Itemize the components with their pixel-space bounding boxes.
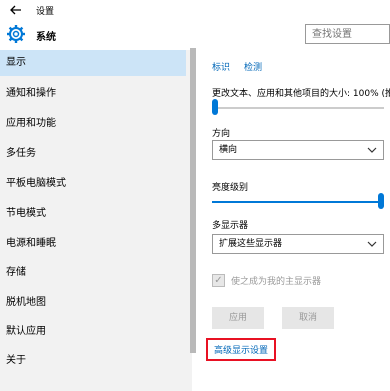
gear-icon [7,25,25,43]
sidebar-item-power-sleep[interactable]: 电源和睡眠 [0,231,186,257]
sidebar-item-apps[interactable]: 应用和功能 [0,111,186,137]
advanced-display-settings-link[interactable]: 高级显示设置 [206,338,277,361]
sidebar-item-tablet-mode[interactable]: 平板电脑模式 [0,171,186,197]
scale-slider[interactable] [212,99,218,115]
chevron-down-icon [367,147,377,153]
apply-button[interactable]: 应用 [212,307,264,329]
multi-display-label: 多显示器 [212,221,249,231]
orientation-label: 方向 [212,129,231,139]
sidebar-item-offline-maps[interactable]: 脱机地图 [0,290,186,316]
sidebar: 显示 通知和操作 应用和功能 多任务 平板电脑模式 节电模式 电源和睡眠 存储 … [0,50,192,391]
orientation-value: 横向 [219,145,238,155]
main-display-checkbox-label: 使之成为我的主显示器 [231,277,322,287]
multi-display-dropdown[interactable]: 扩展这些显示器 [212,234,384,254]
sidebar-item-display[interactable]: 显示 [0,50,186,76]
checkmark-icon: ✓ [212,274,225,287]
sidebar-item-about[interactable]: 关于 [0,348,186,374]
main-display-checkbox[interactable]: ✓ 使之成为我的主显示器 [212,274,321,287]
brightness-slider[interactable] [378,193,384,209]
scale-label: 更改文本、应用和其他项目的大小: 100% (推 [212,89,390,99]
identify-link[interactable]: 标识 [212,60,230,73]
page-title: 系统 [36,32,56,43]
search-input[interactable] [305,24,390,44]
scale-slider-track [212,107,384,109]
sidebar-item-storage[interactable]: 存储 [0,260,186,286]
cancel-button[interactable]: 取消 [282,307,334,329]
sidebar-item-multitasking[interactable]: 多任务 [0,141,186,167]
sidebar-scrollbar[interactable] [190,48,196,353]
chevron-down-icon [367,241,377,247]
sidebar-item-default-apps[interactable]: 默认应用 [0,319,186,345]
brightness-label: 亮度级别 [212,183,249,193]
display-settings-panel: 标识 检测 更改文本、应用和其他项目的大小: 100% (推 方向 横向 亮度级… [200,48,390,391]
header: 系统 [0,22,390,48]
multi-display-value: 扩展这些显示器 [219,239,283,249]
detect-link[interactable]: 检测 [244,60,262,73]
back-arrow-icon[interactable] [8,2,24,18]
sidebar-item-notifications[interactable]: 通知和操作 [0,81,186,107]
orientation-dropdown[interactable]: 横向 [212,140,384,160]
title-bar: 设置 [0,0,390,22]
brightness-slider-track [212,201,384,203]
window-title: 设置 [36,7,55,17]
sidebar-item-battery-saver[interactable]: 节电模式 [0,201,186,227]
